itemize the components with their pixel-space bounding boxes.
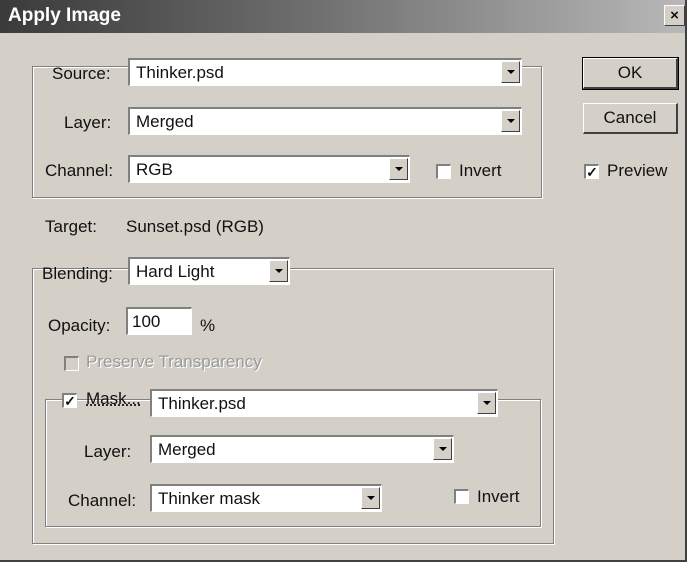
target-value: Sunset.psd (RGB) — [126, 217, 264, 236]
opacity-value: 100 — [132, 312, 161, 331]
mask-channel-dropdown-icon[interactable] — [361, 487, 380, 509]
preview-label: Preview — [607, 161, 668, 180]
blending-select[interactable]: Hard Light — [128, 257, 290, 285]
mask-layer-select[interactable]: Merged — [150, 435, 454, 463]
layer-value: Merged — [136, 112, 194, 131]
dialog-title: Apply Image — [8, 5, 121, 26]
mask-channel-label: Channel: — [68, 491, 137, 510]
channel-dropdown-icon[interactable] — [389, 158, 408, 180]
blending-value: Hard Light — [136, 262, 215, 281]
close-button[interactable]: × — [664, 5, 685, 26]
mask-dropdown-icon[interactable] — [477, 392, 496, 414]
source-label: Source: — [52, 64, 111, 83]
preview-checkbox[interactable]: ✓ — [584, 164, 599, 179]
preserve-transparency-checkbox[interactable] — [64, 356, 79, 371]
opacity-input[interactable]: 100 — [126, 307, 192, 335]
ok-button[interactable]: OK — [582, 57, 679, 90]
mask-invert-checkbox[interactable] — [454, 489, 469, 504]
channel-label: Channel: — [45, 161, 114, 180]
apply-image-dialog: Apply Image × Source: Thinker.psd Layer:… — [0, 0, 687, 562]
mask-layer-value: Merged — [158, 440, 216, 459]
layer-dropdown-icon[interactable] — [501, 110, 520, 132]
source-dropdown-icon[interactable] — [501, 61, 520, 83]
invert-checkbox[interactable] — [436, 164, 451, 179]
mask-layer-dropdown-icon[interactable] — [433, 438, 452, 460]
layer-label: Layer: — [64, 113, 112, 132]
mask-value: Thinker.psd — [158, 394, 246, 413]
mask-channel-value: Thinker mask — [158, 489, 261, 508]
mask-channel-select[interactable]: Thinker mask — [150, 484, 382, 512]
blending-label: Blending: — [42, 264, 113, 283]
source-select[interactable]: Thinker.psd — [128, 58, 522, 86]
cancel-button[interactable]: Cancel — [583, 103, 678, 134]
title-bar[interactable]: Apply Image × — [0, 0, 685, 33]
channel-select[interactable]: RGB — [128, 155, 410, 183]
mask-select[interactable]: Thinker.psd — [150, 389, 498, 417]
opacity-unit: % — [200, 316, 216, 335]
opacity-label: Opacity: — [48, 316, 111, 335]
layer-select[interactable]: Merged — [128, 107, 522, 135]
mask-button-label[interactable]: Mask... — [86, 389, 141, 409]
target-label: Target: — [45, 217, 97, 236]
mask-checkbox[interactable]: ✓ — [62, 393, 77, 408]
preserve-transparency-label: Preserve Transparency — [86, 352, 262, 371]
mask-layer-label: Layer: — [84, 442, 132, 461]
source-value: Thinker.psd — [136, 63, 224, 82]
invert-label: Invert — [459, 161, 502, 180]
channel-value: RGB — [136, 160, 173, 179]
blending-dropdown-icon[interactable] — [269, 260, 288, 282]
mask-invert-label: Invert — [477, 487, 520, 506]
